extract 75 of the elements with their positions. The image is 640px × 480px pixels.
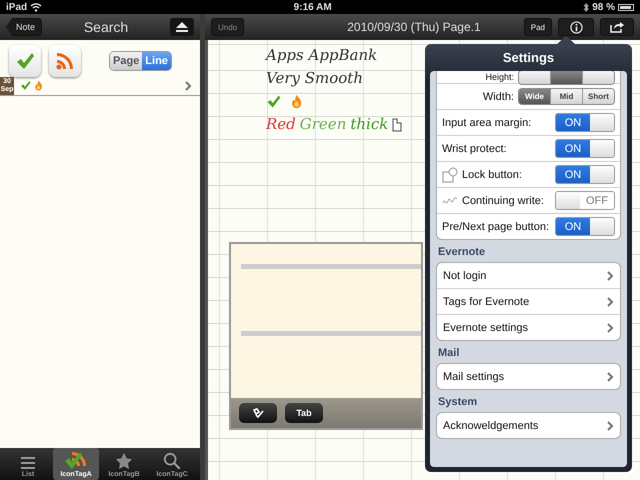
list-icon xyxy=(20,456,36,470)
setting-label: Input area margin: xyxy=(442,116,532,128)
height-segment[interactable] xyxy=(582,71,614,84)
settings-list-item[interactable]: Tags for Evernote xyxy=(437,289,620,315)
popover-title: Settings xyxy=(502,49,556,67)
check-icon xyxy=(15,51,35,71)
star-icon xyxy=(115,452,133,470)
flame-icon xyxy=(289,94,304,109)
chevron-icon xyxy=(607,296,614,306)
check-rss-icon xyxy=(64,450,88,470)
lock-button-icon xyxy=(442,166,458,182)
icon-tag-button[interactable] xyxy=(9,45,41,77)
handwritten-word: Very Smooth xyxy=(266,68,363,89)
share-icon xyxy=(610,21,624,33)
chevron-icon xyxy=(185,80,192,90)
page-title: 2010/09/30 (Thu) Page.1 xyxy=(346,20,482,34)
setting-label: Wrist protect: xyxy=(442,142,508,154)
info-button[interactable] xyxy=(558,18,594,36)
undo-button[interactable]: Undo xyxy=(211,18,244,36)
check-icon xyxy=(266,94,281,109)
battery-icon xyxy=(618,4,634,10)
section-header: System xyxy=(437,395,478,410)
setting-label: Lock button: xyxy=(462,168,523,180)
clock-time: 9:16 AM xyxy=(294,2,332,12)
cursor-icon xyxy=(392,118,402,132)
setting-label: Pre/Next page button: xyxy=(442,220,550,232)
eject-icon xyxy=(176,22,188,32)
toggle-switch[interactable]: ON xyxy=(555,217,615,236)
flame-icon xyxy=(33,80,44,91)
setting-label: Height: xyxy=(484,72,514,82)
settings-list-item[interactable]: Evernote settings xyxy=(437,315,620,340)
toggle-switch[interactable]: ON xyxy=(555,139,615,158)
handwritten-word: thick xyxy=(350,114,388,135)
handwritten-word: Red xyxy=(266,114,296,135)
section-header: Evernote xyxy=(437,245,486,260)
pad-button[interactable]: Pad xyxy=(524,18,552,36)
tab-key-button[interactable]: Tab xyxy=(285,403,323,423)
nav-title: Search xyxy=(84,19,128,35)
eject-button[interactable] xyxy=(170,18,194,36)
settings-list-item[interactable]: Acknoweldgements xyxy=(437,413,620,438)
wifi-icon xyxy=(30,2,42,12)
settings-list-item[interactable]: Mail settings xyxy=(437,364,620,389)
rss-icon xyxy=(55,51,75,71)
toggle-switch[interactable]: ON xyxy=(555,165,615,184)
icon-tag-button[interactable] xyxy=(49,45,81,77)
input-area-panel[interactable]: Tab xyxy=(229,242,423,430)
width-segment[interactable]: Mid xyxy=(550,89,582,104)
wave-icon xyxy=(442,194,458,206)
bluetooth-icon xyxy=(583,2,590,12)
popover-arrow xyxy=(557,36,575,44)
view-mode-segment[interactable]: Page xyxy=(110,52,142,70)
chevron-icon xyxy=(607,270,614,280)
info-icon xyxy=(570,20,582,34)
chevron-icon xyxy=(607,372,614,382)
width-segment[interactable]: Short xyxy=(582,89,614,104)
handwritten-word: Apps AppBank xyxy=(266,45,378,66)
eraser-icon xyxy=(252,408,264,418)
chevron-icon xyxy=(607,420,614,430)
settings-list-item[interactable]: Not login xyxy=(437,263,620,289)
eraser-button[interactable] xyxy=(239,403,277,423)
device-name: iPad xyxy=(6,2,28,12)
setting-label: Width: xyxy=(482,90,514,102)
note-back-button[interactable]: Note xyxy=(6,18,42,36)
toggle-switch[interactable]: ON xyxy=(555,113,615,132)
chevron-icon xyxy=(607,322,614,332)
toggle-switch[interactable]: OFF xyxy=(555,191,615,210)
width-segment[interactable]: Wide xyxy=(519,89,550,104)
setting-label: Continuing write: xyxy=(462,194,545,206)
section-header: Mail xyxy=(437,346,460,361)
battery-percent: 98 % xyxy=(592,2,615,12)
height-segment[interactable] xyxy=(550,71,582,84)
search-icon xyxy=(163,452,181,470)
share-button[interactable] xyxy=(600,18,634,36)
handwritten-word: Green xyxy=(300,114,346,135)
check-icon xyxy=(20,80,31,91)
